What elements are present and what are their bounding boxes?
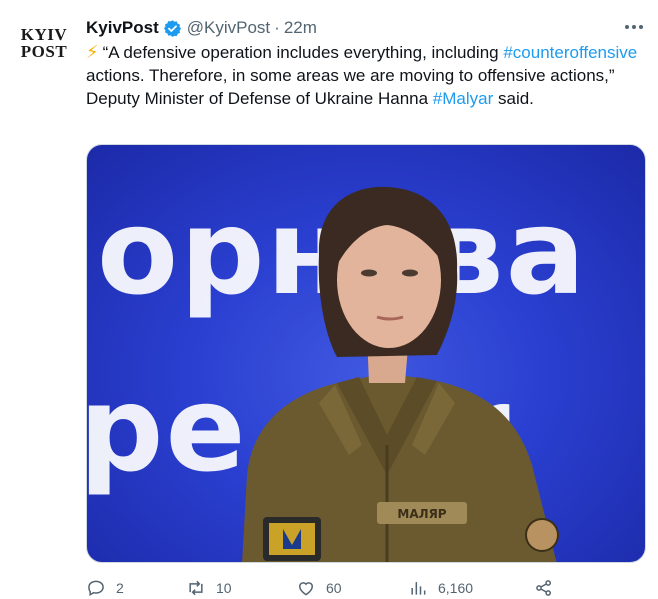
share-button[interactable]	[534, 576, 554, 599]
text-part-3: said.	[493, 89, 534, 108]
share-icon	[536, 580, 551, 596]
more-dot	[625, 25, 629, 29]
verified-badge-icon	[163, 19, 181, 37]
retweet-count: 10	[216, 580, 232, 596]
reply-button[interactable]: 2	[86, 576, 124, 599]
retweet-button[interactable]: 10	[186, 576, 232, 599]
views-count: 6,160	[438, 580, 474, 596]
tweet-header: KyivPost @KyivPost · 22m	[86, 17, 317, 39]
tweet-text: ⚡ “A defensive operation includes everyth…	[86, 41, 646, 110]
handle[interactable]: @KyivPost	[187, 18, 270, 38]
hashtag-malyar[interactable]: #Malyar	[433, 89, 493, 108]
views-button[interactable]: 6,160	[408, 576, 473, 599]
tweet-actions: 2 10 60 6,160	[86, 576, 646, 599]
avatar[interactable]: KYIV POST	[20, 26, 68, 66]
text-part-2: actions. Therefore, in some areas we are…	[86, 66, 615, 108]
timestamp[interactable]: 22m	[284, 18, 317, 38]
tweet[interactable]: KYIV POST KyivPost @KyivPost · 22m ⚡ “A d…	[0, 0, 658, 599]
display-name[interactable]: KyivPost	[86, 18, 159, 38]
more-dot	[632, 25, 636, 29]
person-figure: МАЛЯР	[242, 186, 559, 562]
text-part-1: “A defensive operation includes everythi…	[102, 43, 504, 62]
logo-line-1: KYIV	[20, 25, 68, 44]
tweet-photo[interactable]: орнува pe ver МАЛЯР	[86, 144, 646, 563]
logo-line-2: POST	[20, 42, 68, 61]
like-button[interactable]: 60	[296, 576, 342, 599]
more-dot	[639, 25, 643, 29]
retweet-icon	[189, 580, 203, 596]
views-icon	[411, 582, 426, 595]
lightning-icon: ⚡	[86, 42, 99, 62]
more-icon[interactable]	[620, 16, 648, 38]
like-icon	[298, 582, 314, 596]
like-count: 60	[326, 580, 342, 596]
reply-count: 2	[116, 580, 124, 596]
hashtag-counteroffensive[interactable]: #counteroffensive	[503, 43, 637, 62]
name-patch: МАЛЯР	[397, 507, 446, 521]
reply-icon	[88, 580, 104, 596]
separator-dot: ·	[274, 18, 280, 37]
